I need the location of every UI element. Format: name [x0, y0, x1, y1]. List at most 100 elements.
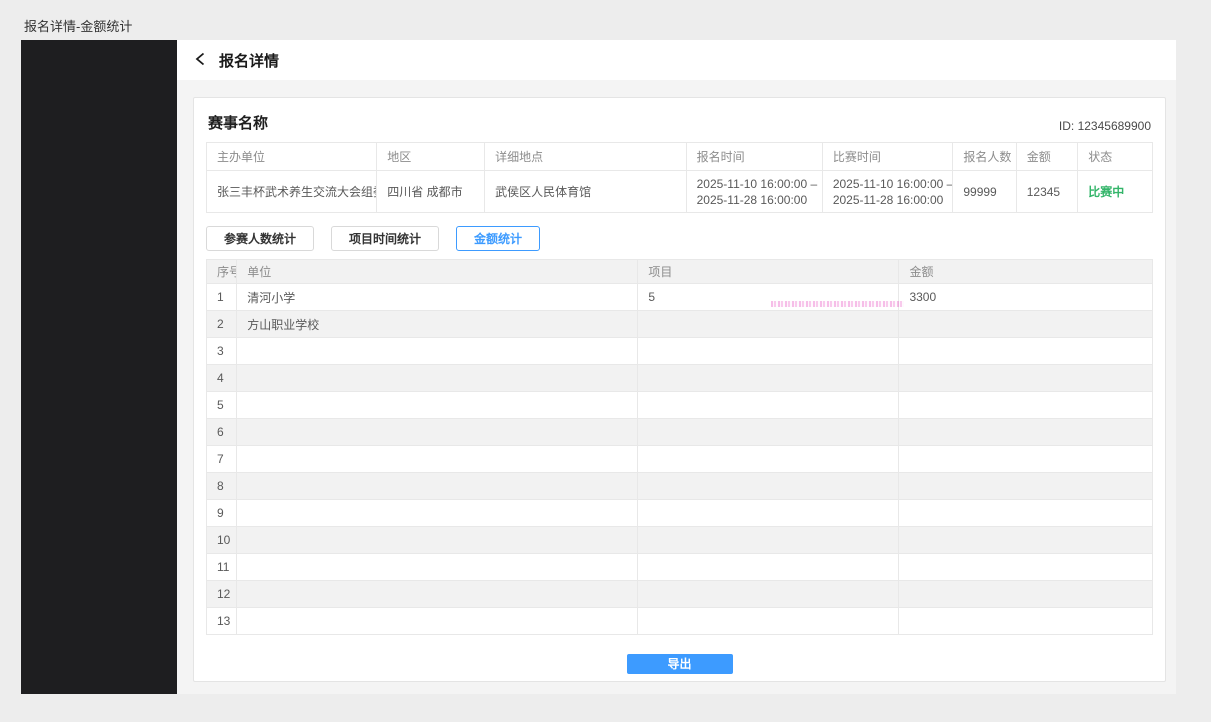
page-heading: 报名详情: [219, 50, 279, 71]
table-row: 7: [207, 446, 1153, 473]
detail-card: 赛事名称 ID: 12345689900 主办单位 地区 详细地点 报名时间 比…: [193, 97, 1166, 682]
table-row: 13: [207, 608, 1153, 635]
event-header-row: 主办单位 地区 详细地点 报名时间 比赛时间 报名人数 金额 状态: [207, 143, 1153, 171]
col-amount: 金额: [1016, 143, 1077, 171]
main-content: 赛事名称 ID: 12345689900 主办单位 地区 详细地点 报名时间 比…: [177, 80, 1176, 694]
cell-amount: [899, 311, 1153, 338]
tab-amount-stats[interactable]: 金额统计: [456, 226, 540, 251]
table-row: 8: [207, 473, 1153, 500]
cell-unit: 方山职业学校: [237, 311, 638, 338]
table-row: 6: [207, 419, 1153, 446]
cell-amount: [899, 419, 1153, 446]
cell-index: 8: [207, 473, 237, 500]
status-badge: 比赛中: [1088, 185, 1124, 199]
table-row: 3: [207, 338, 1153, 365]
cell-index: 9: [207, 500, 237, 527]
sidebar: [21, 40, 177, 694]
cell-amount: [899, 473, 1153, 500]
cell-project: [638, 473, 899, 500]
cell-amount: [899, 527, 1153, 554]
cell-project: [638, 392, 899, 419]
cell-amount: [899, 581, 1153, 608]
table-row: 11: [207, 554, 1153, 581]
cell-unit: [237, 392, 638, 419]
cell-project: 5: [638, 284, 899, 311]
cell-index: 10: [207, 527, 237, 554]
cell-amount: [899, 392, 1153, 419]
cell-project: [638, 338, 899, 365]
col-organizer: 主办单位: [207, 143, 377, 171]
cell-project: [638, 581, 899, 608]
cell-index: 6: [207, 419, 237, 446]
cell-unit: [237, 338, 638, 365]
cell-unit: [237, 581, 638, 608]
cell-amount: [899, 554, 1153, 581]
col-project: 项目: [638, 260, 899, 284]
export-row: 导出: [206, 654, 1153, 674]
cell-index: 7: [207, 446, 237, 473]
cell-project: [638, 608, 899, 635]
col-region: 地区: [377, 143, 485, 171]
cell-project: [638, 500, 899, 527]
event-organizer: 张三丰杯武术养生交流大会组委会: [207, 171, 377, 213]
cell-unit: [237, 365, 638, 392]
event-card-head: 赛事名称 ID: 12345689900: [206, 112, 1153, 142]
table-row: 1 清河小学 5 3300: [207, 284, 1153, 311]
stat-tabs: 参赛人数统计 项目时间统计 金额统计: [206, 226, 1153, 251]
event-amount: 12345: [1016, 171, 1077, 213]
col-unit: 单位: [237, 260, 638, 284]
cell-index: 5: [207, 392, 237, 419]
event-status: 比赛中: [1078, 171, 1153, 213]
cell-index: 12: [207, 581, 237, 608]
cell-index: 1: [207, 284, 237, 311]
col-index: 序号: [207, 260, 237, 284]
cell-index: 13: [207, 608, 237, 635]
cell-unit: [237, 608, 638, 635]
tab-participant-count-stats[interactable]: 参赛人数统计: [206, 226, 314, 251]
back-button[interactable]: [194, 52, 207, 69]
event-signup-count: 99999: [953, 171, 1016, 213]
cell-unit: 清河小学: [237, 284, 638, 311]
cell-amount: [899, 500, 1153, 527]
event-venue: 武侯区人民体育馆: [485, 171, 686, 213]
table-row: 9: [207, 500, 1153, 527]
cell-index: 2: [207, 311, 237, 338]
cell-unit: [237, 446, 638, 473]
event-signup-time: 2025-11-10 16:00:00 – 2025-11-28 16:00:0…: [686, 171, 822, 213]
table-row: 2 方山职业学校: [207, 311, 1153, 338]
cell-project: [638, 554, 899, 581]
cell-amount: [899, 608, 1153, 635]
cell-project: [638, 527, 899, 554]
cell-project: [638, 365, 899, 392]
cell-unit: [237, 554, 638, 581]
export-button[interactable]: 导出: [627, 654, 733, 674]
col-match-time: 比赛时间: [822, 143, 953, 171]
event-id: ID: 12345689900: [1059, 119, 1151, 133]
event-section-title: 赛事名称: [208, 112, 268, 133]
cell-unit: [237, 473, 638, 500]
col-venue: 详细地点: [485, 143, 686, 171]
amount-stats-table: 序号 单位 项目 金额 1 清河小学 5 3300 2 方山职业学校 3 4 5: [206, 259, 1153, 635]
topbar: 报名详情: [177, 40, 1176, 80]
event-info-table: 主办单位 地区 详细地点 报名时间 比赛时间 报名人数 金额 状态 张三丰杯武术…: [206, 142, 1153, 213]
cell-amount: [899, 446, 1153, 473]
table-row: 12: [207, 581, 1153, 608]
stats-table-wrap: 序号 单位 项目 金额 1 清河小学 5 3300 2 方山职业学校 3 4 5: [206, 259, 1153, 635]
stats-header-row: 序号 单位 项目 金额: [207, 260, 1153, 284]
event-region: 四川省 成都市: [377, 171, 485, 213]
cell-index: 3: [207, 338, 237, 365]
col-signup-time: 报名时间: [686, 143, 822, 171]
cell-project: [638, 419, 899, 446]
cell-amount: [899, 365, 1153, 392]
event-data-row: 张三丰杯武术养生交流大会组委会 四川省 成都市 武侯区人民体育馆 2025-11…: [207, 171, 1153, 213]
cell-unit: [237, 527, 638, 554]
cell-unit: [237, 500, 638, 527]
tab-project-time-stats[interactable]: 项目时间统计: [331, 226, 439, 251]
cell-index: 11: [207, 554, 237, 581]
table-row: 10: [207, 527, 1153, 554]
col-status: 状态: [1078, 143, 1153, 171]
cell-index: 4: [207, 365, 237, 392]
cell-amount: 3300: [899, 284, 1153, 311]
back-chevron-icon: [194, 52, 207, 69]
col-signup-count: 报名人数: [953, 143, 1016, 171]
